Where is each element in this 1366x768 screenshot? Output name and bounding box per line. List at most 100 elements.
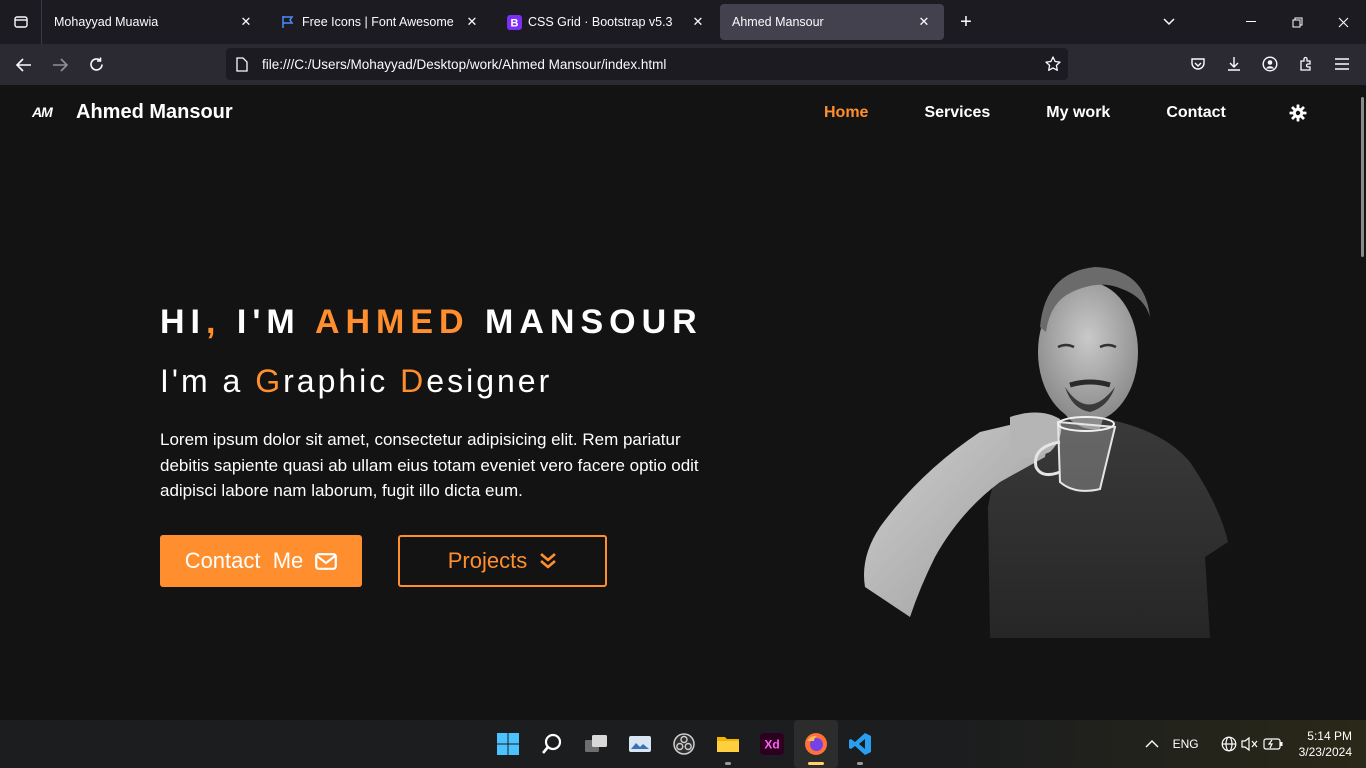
network-button[interactable] (1221, 736, 1237, 752)
close-tab-icon[interactable]: ✕ (236, 12, 256, 32)
svg-text:B: B (510, 17, 518, 29)
account-icon (1262, 56, 1278, 72)
back-button[interactable] (6, 49, 42, 81)
task-view-button[interactable] (574, 720, 618, 768)
vscode-button[interactable] (838, 720, 882, 768)
hero-last-name: Mansour (469, 303, 703, 341)
tab-title: Free Icons | Font Awesome (302, 15, 454, 29)
browser-tab-bar: Mohayyad Muawia ✕ Free Icons | Font Awes… (0, 0, 1366, 44)
sub-raphic: raphic (283, 363, 401, 399)
clock-time: 5:14 PM (1307, 729, 1352, 743)
tab-mohayyad[interactable]: Mohayyad Muawia ✕ (42, 4, 266, 40)
chevron-up-icon (1145, 740, 1159, 748)
tab-ahmed-mansour[interactable]: Ahmed Mansour ✕ (720, 4, 944, 40)
system-tray: ENG 5:14 PM 3/23/2024 (1145, 720, 1366, 768)
sub-letter-g: G (255, 363, 284, 399)
restore-icon (1292, 17, 1302, 27)
close-tab-icon[interactable]: ✕ (462, 12, 482, 32)
adobe-xd-button[interactable]: Xd (750, 720, 794, 768)
contact-me-button[interactable]: Contact Me (160, 535, 362, 587)
hero-title: Hi, I'M Ahmed Mansour (160, 303, 703, 342)
tab-bootstrap[interactable]: B CSS Grid · Bootstrap v5.3 ✕ (494, 4, 718, 40)
tab-list-button[interactable] (0, 0, 42, 44)
battery-button[interactable] (1263, 738, 1283, 750)
hero-hi: Hi (160, 303, 206, 341)
nav-home[interactable]: Home (824, 104, 868, 122)
tab-font-awesome[interactable]: Free Icons | Font Awesome ✕ (268, 4, 492, 40)
site-brand-name[interactable]: Ahmed Mansour (76, 101, 233, 124)
puzzle-icon (1300, 56, 1311, 71)
battery-charging-icon (1263, 738, 1283, 750)
windows-taskbar: Xd ENG 5:14 PM 3/23/2024 (0, 720, 1366, 768)
hero-subtitle: I'm a Graphic Designer (160, 363, 552, 400)
forward-button[interactable] (42, 49, 78, 81)
task-view-icon (585, 735, 607, 752)
toolbar-actions (1180, 48, 1360, 80)
folder-icon (717, 737, 739, 752)
tab-bar-gap (1192, 0, 1228, 44)
menu-button[interactable] (1324, 48, 1360, 80)
extensions-button[interactable] (1288, 48, 1324, 80)
site-nav: Home Services My work Contact (824, 104, 1226, 122)
downloads-button[interactable] (1216, 48, 1252, 80)
firefox-button[interactable] (794, 720, 838, 768)
minimize-icon (1246, 21, 1256, 22)
reload-button[interactable] (78, 49, 114, 81)
taskbar-apps: Xd (486, 720, 882, 768)
theme-toggle-gear-icon[interactable] (1289, 104, 1307, 122)
firefox-icon (805, 733, 827, 755)
minimize-button[interactable] (1228, 0, 1274, 44)
nav-services[interactable]: Services (924, 104, 990, 122)
back-arrow-icon (16, 57, 31, 72)
tab-spacer (986, 0, 1146, 44)
close-window-button[interactable] (1320, 0, 1366, 44)
nav-my-work[interactable]: My work (1046, 104, 1110, 122)
tab-title: Ahmed Mansour (732, 15, 824, 29)
clock-date: 3/23/2024 (1298, 745, 1352, 759)
flag-icon (280, 14, 296, 30)
photos-app-button[interactable] (618, 720, 662, 768)
hero-description: Lorem ipsum dolor sit amet, consectetur … (160, 430, 699, 500)
site-header: AM Ahmed Mansour Home Services My work C… (0, 85, 1356, 141)
hero-first-name: Ahmed (314, 303, 470, 341)
search-button[interactable] (530, 720, 574, 768)
bookmark-star-icon[interactable] (1038, 56, 1068, 72)
running-indicator (857, 762, 863, 765)
close-tab-icon[interactable]: ✕ (688, 12, 708, 32)
projects-button[interactable]: Projects (398, 535, 607, 587)
chevron-down-icon (1163, 18, 1175, 26)
page-scrollbar[interactable] (1361, 97, 1364, 257)
hamburger-menu-icon (1335, 58, 1349, 70)
speaker-muted-icon (1241, 736, 1258, 752)
list-all-tabs-button[interactable] (1146, 0, 1192, 44)
file-explorer-button[interactable] (706, 720, 750, 768)
vscode-icon (849, 733, 871, 755)
page-viewport: AM Ahmed Mansour Home Services My work C… (0, 85, 1366, 720)
restore-button[interactable] (1274, 0, 1320, 44)
contact-me-label: Contact Me (184, 548, 304, 573)
show-hidden-icons-button[interactable] (1145, 740, 1159, 748)
tab-list-icon (13, 16, 28, 28)
start-button[interactable] (486, 720, 530, 768)
language-indicator[interactable]: ENG (1173, 737, 1199, 751)
clock[interactable]: 5:14 PM 3/23/2024 (1299, 728, 1352, 760)
globe-icon (1221, 736, 1237, 752)
running-indicator (725, 762, 731, 765)
svg-text:Xd: Xd (764, 738, 779, 752)
projects-label: Projects (447, 548, 528, 573)
pocket-button[interactable] (1180, 48, 1216, 80)
page-file-icon (236, 56, 252, 72)
account-button[interactable] (1252, 48, 1288, 80)
nav-contact[interactable]: Contact (1166, 104, 1226, 122)
address-bar[interactable]: file:///C:/Users/Mohayyad/Desktop/work/A… (226, 48, 1068, 80)
new-tab-button[interactable]: + (946, 0, 986, 44)
hero-comma: , (206, 303, 222, 341)
windows-logo-icon (497, 733, 519, 755)
obs-app-button[interactable] (662, 720, 706, 768)
close-tab-icon[interactable]: ✕ (914, 12, 934, 32)
running-indicator (808, 762, 824, 765)
close-icon (1338, 17, 1348, 27)
site-logo[interactable]: AM (32, 104, 53, 120)
volume-button[interactable] (1241, 736, 1259, 752)
url-text[interactable]: file:///C:/Users/Mohayyad/Desktop/work/A… (262, 57, 1038, 72)
